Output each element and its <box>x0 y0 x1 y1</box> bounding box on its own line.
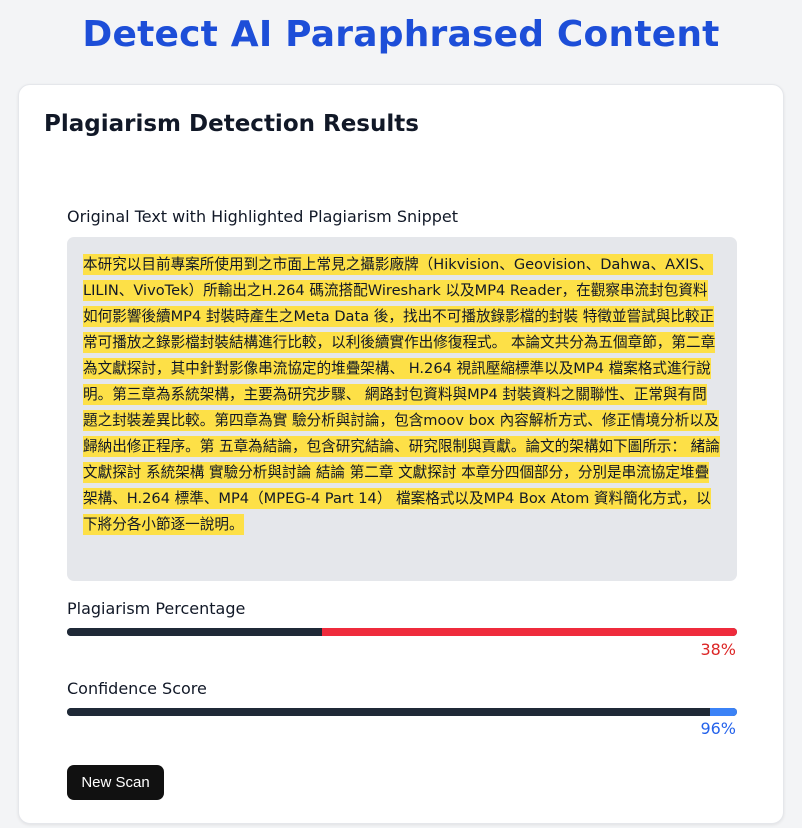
plagiarism-label: Plagiarism Percentage <box>67 599 246 618</box>
confidence-progress-bar <box>67 708 737 716</box>
plagiarism-value: 38% <box>700 640 736 659</box>
page: Detect AI Paraphrased Content Plagiarism… <box>0 0 802 828</box>
confidence-value: 96% <box>700 719 736 738</box>
plagiarism-bar-fill <box>321 628 737 636</box>
page-title: Detect AI Paraphrased Content <box>82 14 720 55</box>
new-scan-button[interactable]: New Scan <box>67 765 164 800</box>
original-text-box: 本研究以目前專案所使用到之市面上常見之攝影廠牌（Hikvision、Geovis… <box>67 237 737 581</box>
confidence-bar-fill <box>710 708 737 716</box>
results-title: Plagiarism Detection Results <box>44 111 419 137</box>
original-text: 本研究以目前專案所使用到之市面上常見之攝影廠牌（Hikvision、Geovis… <box>83 252 721 538</box>
confidence-bar-track-fill <box>67 708 711 716</box>
confidence-label: Confidence Score <box>67 679 207 698</box>
plagiarism-bar-track-fill <box>67 628 322 636</box>
plagiarism-highlight: 本研究以目前專案所使用到之市面上常見之攝影廠牌（Hikvision、Geovis… <box>83 254 720 535</box>
plagiarism-progress-bar <box>67 628 737 636</box>
results-card: Plagiarism Detection Results Original Te… <box>18 84 784 824</box>
original-text-label: Original Text with Highlighted Plagiaris… <box>67 207 458 226</box>
